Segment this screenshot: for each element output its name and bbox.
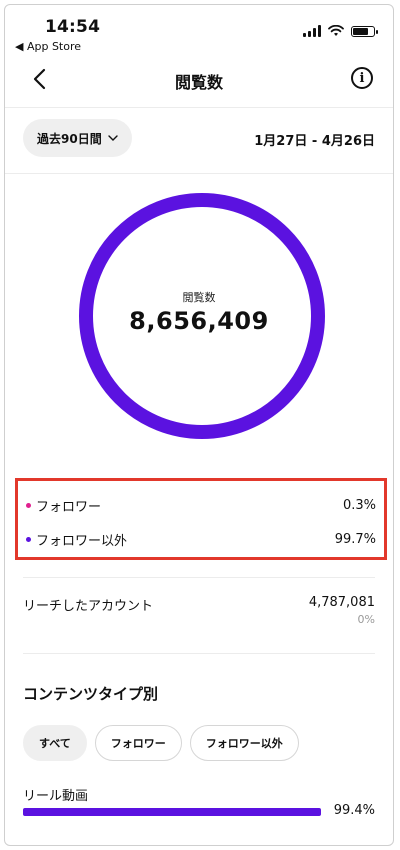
breakdown-label: フォロワー xyxy=(36,499,102,515)
status-time: 14:54 xyxy=(45,17,101,37)
donut-label: 閲覧数 xyxy=(182,291,216,304)
reach-value: 4,787,081 xyxy=(308,595,375,610)
follower-dot xyxy=(26,502,31,508)
period-label: 過去90日間 xyxy=(37,131,102,146)
chevron-down-icon xyxy=(108,135,118,141)
follower-breakdown: フォロワー 0.3% フォロワー以外 99.7% xyxy=(15,478,387,560)
phone-screen: 14:54 ◀ App Store 閲覧数 i 過去90日間 1月27日 - 4… xyxy=(4,4,394,846)
content-type-title: コンテンツタイプ別 xyxy=(23,685,159,703)
breakdown-row-follower: フォロワー 0.3% xyxy=(26,495,376,515)
divider xyxy=(23,653,375,654)
breakdown-percent: 99.7% xyxy=(334,531,376,547)
wifi-icon xyxy=(328,25,344,36)
chip-all[interactable]: すべて xyxy=(23,725,87,761)
divider xyxy=(23,577,375,578)
date-range: 1月27日 - 4月26日 xyxy=(254,134,375,149)
chip-non-followers[interactable]: フォロワー以外 xyxy=(189,725,299,761)
reach-change: 0% xyxy=(357,613,375,626)
content-type-filter-chips: すべて フォロワー フォロワー以外 xyxy=(23,725,299,761)
breakdown-percent: 0.3% xyxy=(342,497,376,513)
period-dropdown[interactable]: 過去90日間 xyxy=(23,119,132,157)
reel-progress-bar xyxy=(23,808,321,816)
reach-label: リーチしたアカウント xyxy=(23,599,154,614)
reach-row[interactable]: リーチしたアカウント 4,787,081 0% xyxy=(23,595,375,635)
reel-label: リール動画 xyxy=(23,789,89,804)
page-title: 閲覧数 xyxy=(174,73,223,92)
filter-row: 過去90日間 1月27日 - 4月26日 xyxy=(5,119,393,161)
navigation-bar: 閲覧数 i xyxy=(5,57,393,108)
non-follower-dot xyxy=(26,536,31,542)
status-bar: 14:54 ◀ App Store xyxy=(5,5,393,57)
status-icons xyxy=(303,25,378,37)
chip-followers[interactable]: フォロワー xyxy=(94,725,182,761)
battery-icon xyxy=(351,25,378,37)
breakdown-row-non-follower: フォロワー以外 99.7% xyxy=(26,529,376,549)
breakdown-label: フォロワー以外 xyxy=(36,533,128,549)
info-icon[interactable]: i xyxy=(351,67,373,89)
donut-total-value: 8,656,409 xyxy=(129,307,269,335)
reel-percent: 99.4% xyxy=(333,803,375,818)
divider xyxy=(5,173,393,174)
signal-icon xyxy=(303,25,321,37)
back-to-app-store-link[interactable]: ◀ App Store xyxy=(15,40,81,53)
